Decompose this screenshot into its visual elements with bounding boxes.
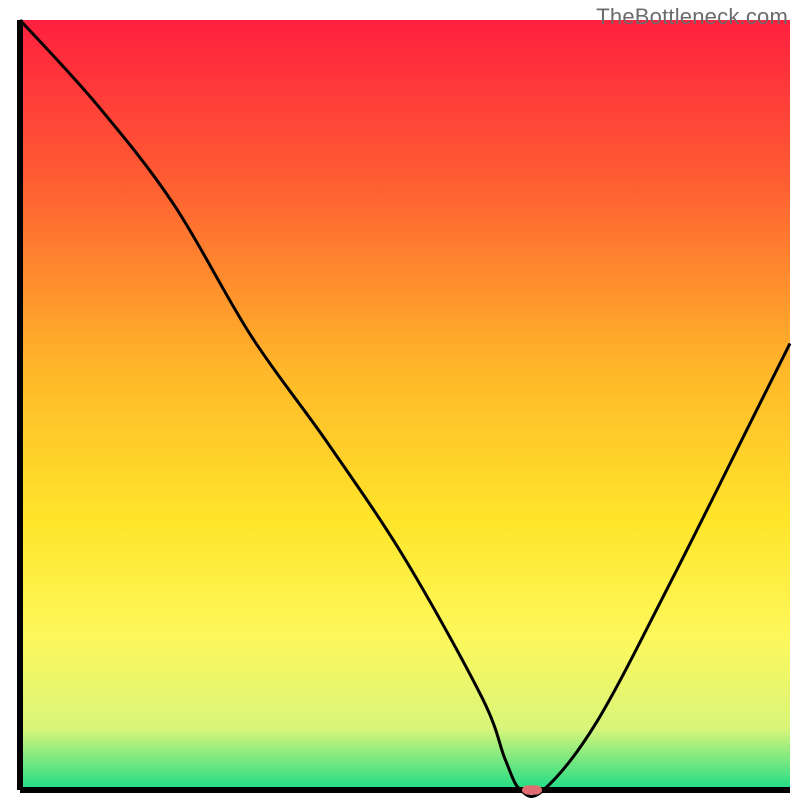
watermark-text: TheBottleneck.com	[596, 4, 788, 30]
plot-background	[20, 20, 790, 790]
optimal-point-marker	[522, 785, 542, 794]
chart-container: TheBottleneck.com	[0, 0, 800, 800]
bottleneck-chart	[0, 0, 800, 800]
